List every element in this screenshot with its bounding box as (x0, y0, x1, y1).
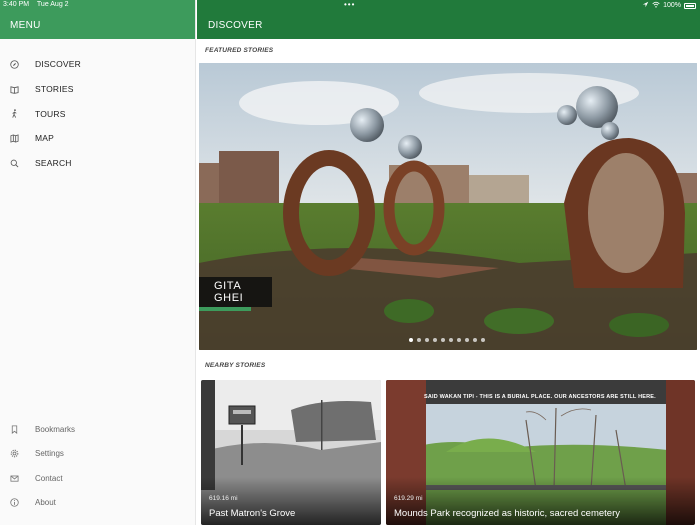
carousel-dot[interactable] (465, 338, 469, 342)
story-title: Mounds Park recognized as historic, sacr… (394, 508, 620, 519)
featured-story-image (199, 63, 697, 350)
sidebar-item-contact[interactable]: Contact (0, 466, 196, 491)
status-left: 3:40 PM Tue Aug 2 (3, 1, 75, 8)
battery-percent: 100% (663, 2, 681, 9)
sidebar-nav: DISCOVER STORIES TOURS MAP SEARCH (0, 52, 196, 175)
carousel-dot[interactable] (449, 338, 453, 342)
sidebar-title: MENU (10, 20, 41, 31)
wifi-icon (652, 1, 660, 10)
bookmark-icon (10, 425, 19, 434)
sidebar-item-label: MAP (35, 133, 55, 144)
map-icon (10, 134, 19, 143)
carousel-dot[interactable] (433, 338, 437, 342)
status-date: Tue Aug 2 (36, 1, 69, 8)
caption-accent-bar (199, 307, 251, 311)
sidebar: MENU DISCOVER STORIES TOURS MAP SEARCH B… (0, 0, 196, 525)
multitasking-dots-icon[interactable]: ••• (344, 0, 355, 9)
status-right: 100% (642, 1, 696, 10)
carousel-dot[interactable] (481, 338, 485, 342)
nearby-stories-label: NEARBY STORIES (205, 362, 266, 369)
story-distance: 619.16 mi (209, 495, 238, 502)
location-icon (642, 1, 649, 10)
sidebar-item-label: STORIES (35, 84, 74, 95)
sidebar-item-search[interactable]: SEARCH (0, 151, 196, 176)
carousel-dots[interactable] (409, 338, 485, 342)
sidebar-item-label: Settings (35, 449, 64, 459)
carousel-dot[interactable] (473, 338, 477, 342)
nearby-stories-list: 619.16 mi Past Matron's Grove SAID WAKAN… (201, 380, 698, 525)
featured-caption: GITA GHEI (199, 277, 272, 307)
status-time: 3:40 PM (3, 1, 30, 8)
mail-icon (10, 474, 19, 483)
sidebar-item-label: TOURS (35, 108, 66, 119)
compass-icon (10, 60, 19, 69)
carousel-dot[interactable] (417, 338, 421, 342)
story-title: Past Matron's Grove (209, 508, 296, 519)
sidebar-secondary: Bookmarks Settings Contact About (0, 417, 196, 515)
info-icon (10, 498, 19, 507)
sidebar-item-bookmarks[interactable]: Bookmarks (0, 417, 196, 442)
featured-stories-label: FEATURED STORIES (205, 47, 274, 54)
walking-person-icon (10, 109, 19, 118)
nearby-story-card[interactable]: SAID WAKAN TIPI - THIS IS A BURIAL PLACE… (386, 380, 695, 525)
sidebar-item-label: Contact (35, 473, 63, 483)
nearby-story-card[interactable]: 619.16 mi Past Matron's Grove (201, 380, 381, 525)
sidebar-item-settings[interactable]: Settings (0, 442, 196, 467)
main-content: DISCOVER FEATURED STORIES GITA GHEI NEAR… (197, 0, 700, 525)
sidebar-item-label: SEARCH (35, 158, 72, 169)
battery-icon (684, 2, 696, 9)
carousel-dot[interactable] (425, 338, 429, 342)
sidebar-item-about[interactable]: About (0, 491, 196, 516)
book-icon (10, 85, 19, 94)
sidebar-item-label: About (35, 498, 56, 508)
sign-text: SAID WAKAN TIPI - THIS IS A BURIAL PLACE… (424, 394, 656, 400)
sidebar-item-label: Bookmarks (35, 424, 76, 434)
carousel-dot[interactable] (441, 338, 445, 342)
carousel-dot[interactable] (457, 338, 461, 342)
gear-icon (10, 449, 19, 458)
sidebar-item-stories[interactable]: STORIES (0, 77, 196, 102)
page-title: DISCOVER (208, 20, 263, 31)
carousel-dot[interactable] (409, 338, 413, 342)
sidebar-item-label: DISCOVER (35, 59, 81, 70)
sidebar-item-map[interactable]: MAP (0, 126, 196, 151)
search-icon (10, 159, 19, 168)
sidebar-item-tours[interactable]: TOURS (0, 101, 196, 126)
status-bar: 3:40 PM Tue Aug 2 ••• 100% (0, 0, 700, 12)
sidebar-item-discover[interactable]: DISCOVER (0, 52, 196, 77)
story-distance: 619.29 mi (394, 495, 423, 502)
featured-story-card[interactable]: GITA GHEI (199, 63, 697, 350)
